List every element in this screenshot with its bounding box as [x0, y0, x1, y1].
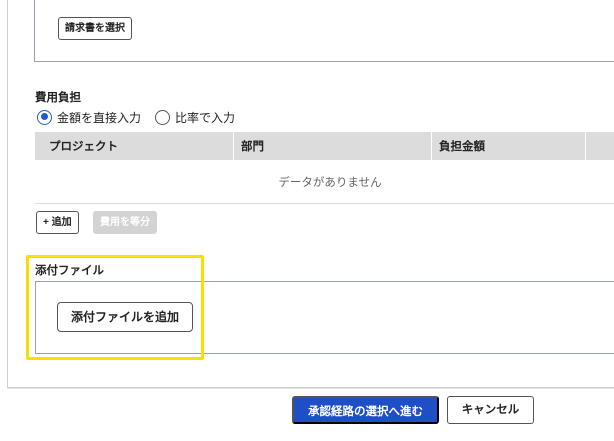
column-header-project: プロジェクト [49, 139, 118, 153]
radio-ratio[interactable] [155, 109, 171, 125]
proceed-to-approval-button[interactable]: 承認経路の選択へ進む [292, 396, 439, 424]
radio-direct-amount-label[interactable]: 金額を直接入力 [57, 109, 141, 126]
attachments-title: 添付ファイル [35, 263, 104, 277]
cost-sharing-title: 費用負担 [35, 90, 81, 104]
footer-divider [7, 388, 614, 389]
column-header-amount: 負担金額 [439, 139, 485, 153]
split-cost-button: 費用を等分 [93, 211, 157, 234]
cancel-button[interactable]: キャンセル [447, 396, 534, 424]
select-invoice-button[interactable]: 請求書を選択 [58, 17, 132, 40]
radio-direct-amount[interactable] [37, 109, 52, 125]
add-attachment-button[interactable]: 添付ファイルを追加 [57, 302, 193, 332]
cost-table-header: プロジェクト 部門 負担金額 [35, 132, 614, 160]
table-empty-message: データがありません [35, 160, 614, 204]
cost-input-mode: 金額を直接入力 比率で入力 [37, 108, 235, 126]
column-header-department: 部門 [241, 139, 264, 153]
add-row-button[interactable]: + 追加 [36, 211, 79, 234]
radio-ratio-label[interactable]: 比率で入力 [175, 109, 235, 126]
